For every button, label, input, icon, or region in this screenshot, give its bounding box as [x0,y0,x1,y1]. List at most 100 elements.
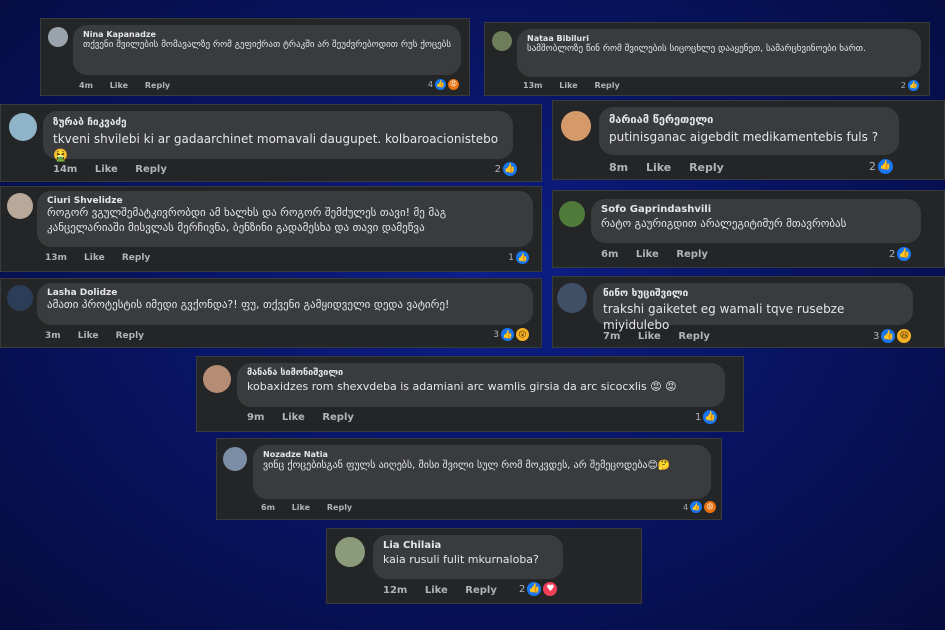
avatar[interactable] [223,447,247,471]
reply-link[interactable]: Reply [322,412,354,423]
comment-time[interactable]: 9m [247,412,264,423]
comment-card: Nina Kapanadze თქვენი შვილების მომავალზე… [40,18,470,96]
reply-link[interactable]: Reply [327,503,352,512]
reaction-count: 4 [427,80,433,89]
reaction-summary[interactable]: 2 👍 ♥ [519,582,558,596]
comment-time[interactable]: 13m [45,253,67,263]
comment-text: როგორ ვგულშემატკივრობდი ამ ხალხს და როგო… [47,206,447,234]
reaction-summary[interactable]: 2 👍 [495,162,517,176]
comment-card: Nataa Bibiluri სამშობლოზე წინ რომ შვილებ… [484,22,930,96]
comment-time[interactable]: 6m [261,503,275,512]
avatar[interactable] [7,193,33,219]
reply-link[interactable]: Reply [678,331,710,342]
comment-time[interactable]: 13m [523,81,542,90]
reaction-summary[interactable]: 1 👍 [695,410,718,424]
commenter-name[interactable]: Lia Chilaia [383,540,553,551]
comment-card: ზურაბ ჩიკვაძე tkveni shvilebi ki ar gada… [0,104,542,182]
reaction-count: 2 [889,248,896,260]
like-icon: 👍 [878,159,893,174]
reaction-summary[interactable]: 2 👍 [869,159,893,174]
comment-bubble: Lasha Dolidze ამათი პროტესტის იმედი გვქო… [37,283,533,325]
avatar[interactable] [557,283,587,313]
comment-card: Nozadze Natia ვინც ქოცებისგან ფულს აიღებ… [216,438,722,520]
comment-text: რატო გაურიგდით არალეგიტიმურ მთავრობას [601,217,847,230]
comment-text: ვინც ქოცებისგან ფულს აიღებს, მისი შვილი … [263,460,671,471]
comment-time[interactable]: 3m [45,331,61,341]
commenter-name[interactable]: Sofo Gaprindashvili [601,204,911,215]
commenter-name[interactable]: Lasha Dolidze [47,288,523,298]
reply-link[interactable]: Reply [594,81,619,90]
avatar[interactable] [203,365,231,393]
avatar[interactable] [335,537,365,567]
avatar[interactable] [9,113,37,141]
love-icon: ♥ [543,582,558,596]
comment-actions: 4m Like Reply [79,81,184,90]
comment-actions: 13m Like Reply [45,253,164,263]
avatar[interactable] [492,31,512,51]
angry-icon: 😡 [448,79,459,90]
reply-link[interactable]: Reply [135,164,167,175]
like-link[interactable]: Like [636,249,659,260]
commenter-name[interactable]: მანანა სიმონიშვილი [247,368,715,378]
reaction-summary[interactable]: 4 👍 😡 [428,79,459,90]
comment-actions: 8m Like Reply [609,161,738,174]
comment-bubble: Sofo Gaprindashvili რატო გაურიგდით არალე… [591,199,921,243]
reaction-summary[interactable]: 2 👍 [901,80,919,91]
like-link[interactable]: Like [95,164,118,175]
reaction-summary[interactable]: 3 👍 😮 [493,328,529,341]
commenter-name[interactable]: Nataa Bibiluri [527,34,911,43]
comment-actions: 3m Like Reply [45,331,158,341]
comment-actions: 12m Like Reply [383,585,511,596]
commenter-name[interactable]: ნინო ხუციშვილი [603,288,903,299]
reaction-summary[interactable]: 2 👍 [889,247,912,261]
comment-actions: 6m Like Reply [261,503,366,512]
reaction-count: 4 [683,502,689,512]
commenter-name[interactable]: Nozadze Natia [263,450,701,459]
comment-text: putinisganac aigebdit medikamentebis ful… [609,130,879,144]
commenter-name[interactable]: Nina Kapanadze [83,30,451,39]
commenter-name[interactable]: ზურაბ ჩიკვაძე [53,117,503,128]
reply-link[interactable]: Reply [116,331,144,341]
comment-time[interactable]: 14m [53,164,77,175]
like-link[interactable]: Like [110,81,128,90]
like-link[interactable]: Like [78,331,99,341]
comment-text: trakshi gaiketet eg wamali tqve rusebze … [603,302,845,333]
reply-link[interactable]: Reply [689,161,724,174]
avatar[interactable] [559,201,585,227]
comment-time[interactable]: 4m [79,81,93,90]
commenter-name[interactable]: Ciuri Shvelidze [47,196,523,206]
like-icon: 👍 [908,80,919,91]
reaction-count: 3 [873,330,880,342]
reply-link[interactable]: Reply [676,249,708,260]
comment-card: მანანა სიმონიშვილი kobaxidzes rom shexvd… [196,356,744,432]
commenter-name[interactable]: მარიამ წერეთელი [609,113,889,126]
like-link[interactable]: Like [559,81,577,90]
comment-text: ამათი პროტესტის იმედი გვქონდა?! ფუ, თქვე… [47,298,450,311]
comment-time[interactable]: 6m [601,249,618,260]
like-link[interactable]: Like [282,412,305,423]
comment-bubble: მანანა სიმონიშვილი kobaxidzes rom shexvd… [237,363,725,407]
comment-time[interactable]: 8m [609,161,628,174]
reaction-count: 1 [508,252,514,263]
like-link[interactable]: Like [292,503,310,512]
reaction-summary[interactable]: 1 👍 [508,251,529,264]
wow-icon: 😮 [516,328,529,341]
like-link[interactable]: Like [646,161,671,174]
avatar[interactable] [561,111,591,141]
comment-time[interactable]: 12m [383,585,407,596]
reply-link[interactable]: Reply [145,81,170,90]
avatar[interactable] [48,27,68,47]
reaction-count: 1 [695,411,702,423]
like-link[interactable]: Like [425,585,448,596]
reply-link[interactable]: Reply [122,253,150,263]
comment-card: მარიამ წერეთელი putinisganac aigebdit me… [552,100,945,180]
like-link[interactable]: Like [638,331,661,342]
like-link[interactable]: Like [84,253,105,263]
reaction-summary[interactable]: 4 👍 😡 [683,501,717,513]
angry-icon: 😡 [704,501,717,513]
reaction-summary[interactable]: 3 👍 😆 [873,329,912,343]
avatar[interactable] [7,285,33,311]
comment-time[interactable]: 7m [603,331,620,342]
reply-link[interactable]: Reply [465,585,497,596]
comment-bubble: ზურაბ ჩიკვაძე tkveni shvilebi ki ar gada… [43,111,513,162]
